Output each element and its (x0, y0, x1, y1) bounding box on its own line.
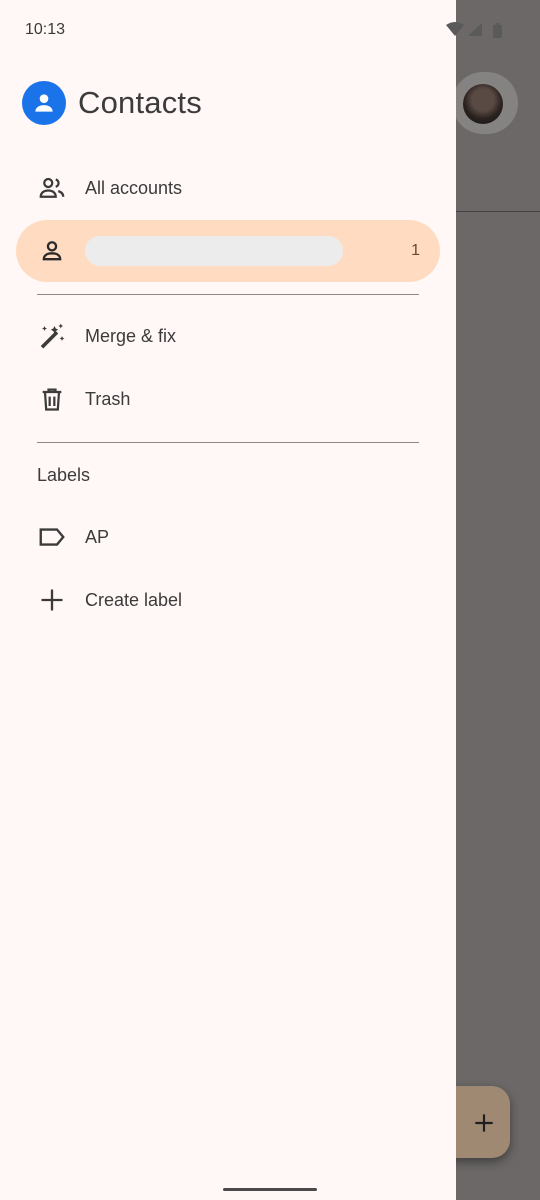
people-icon (36, 172, 68, 204)
account-email-redacted (85, 236, 343, 266)
plus-icon (36, 584, 68, 616)
nav-active-account[interactable]: 1 (16, 220, 440, 282)
label-item-ap[interactable]: AP (16, 506, 440, 568)
wifi-icon (446, 22, 464, 36)
plus-icon (475, 1114, 493, 1132)
nav-trash[interactable]: Trash (16, 368, 440, 430)
divider (37, 442, 419, 443)
create-label-text: Create label (85, 589, 183, 610)
trash-icon (36, 383, 68, 415)
nav-label: All accounts (85, 177, 183, 198)
signal-icon (468, 23, 482, 36)
app-title: Contacts (78, 85, 202, 120)
nav-label: Trash (85, 388, 131, 409)
label-tag-icon (36, 521, 68, 553)
nav-all-accounts[interactable]: All accounts (16, 157, 440, 219)
gesture-navigation-bar[interactable] (223, 1188, 317, 1191)
background-divider (456, 211, 540, 212)
nav-merge-fix[interactable]: Merge & fix (16, 305, 440, 367)
contacts-logo-icon (22, 81, 66, 125)
app-header: Contacts (22, 81, 202, 125)
create-label-button[interactable]: Create label (16, 569, 440, 631)
labels-heading: Labels (37, 465, 91, 485)
status-icons (446, 22, 502, 38)
avatar[interactable] (463, 84, 503, 124)
nav-label: Merge & fix (85, 325, 177, 346)
divider (37, 294, 419, 295)
label-name: AP (85, 526, 110, 547)
account-contact-count: 1 (411, 242, 420, 259)
navigation-drawer: 10:13 Contacts All accounts 1 Merge & fi… (0, 0, 502, 1200)
person-icon (36, 235, 68, 267)
status-time: 10:13 (25, 21, 66, 38)
battery-icon (493, 23, 502, 38)
magic-wand-icon (36, 320, 68, 352)
